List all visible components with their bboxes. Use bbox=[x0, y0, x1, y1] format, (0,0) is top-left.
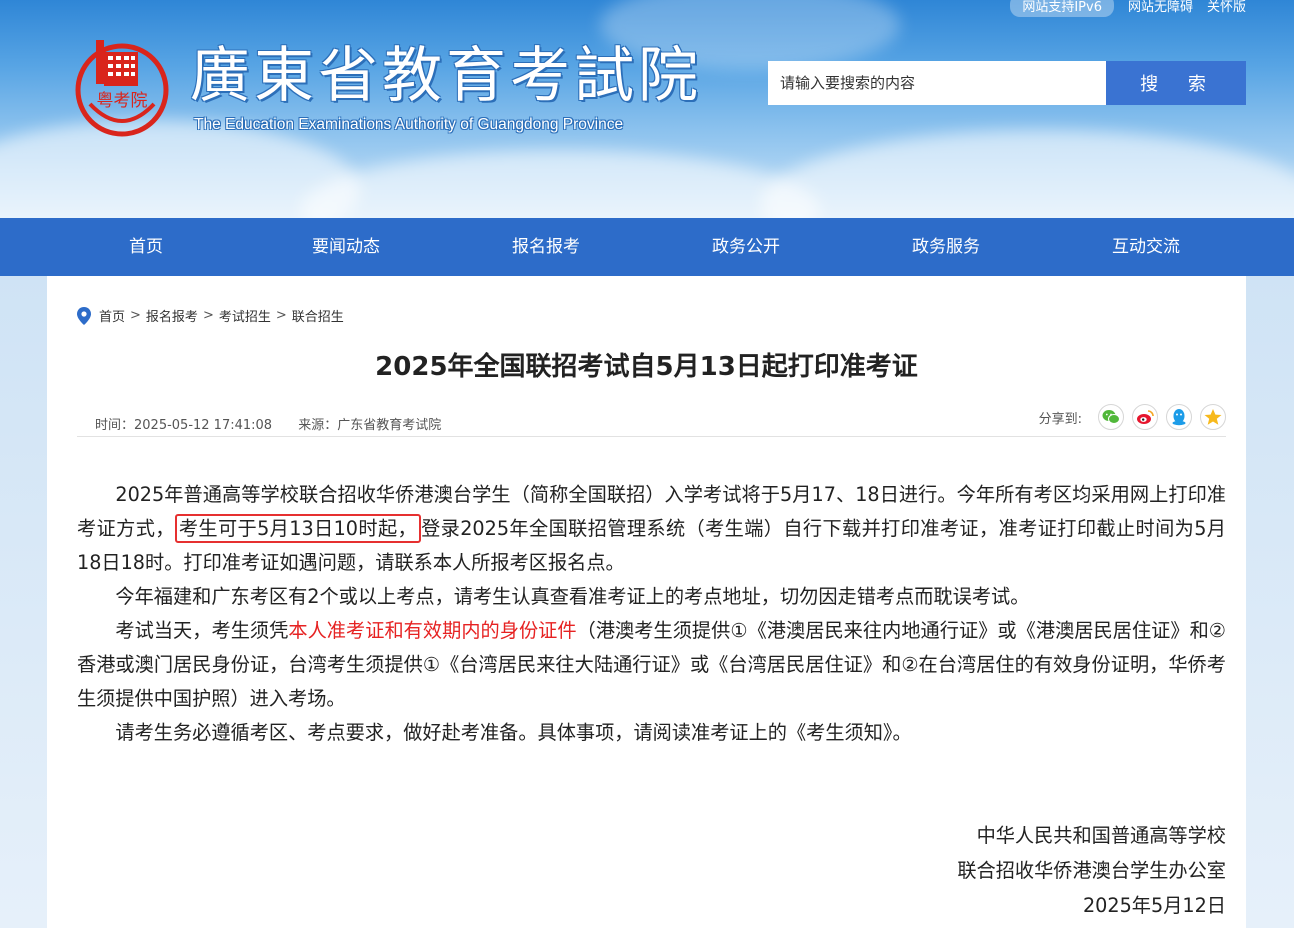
ipv6-link[interactable]: 网站支持IPv6 bbox=[1010, 0, 1114, 17]
share-label: 分享到: bbox=[1038, 411, 1082, 427]
breadcrumb-home[interactable]: 首页 bbox=[99, 306, 125, 325]
site-header: 网站支持IPv6 网站无障碍 关怀版 粤考院 廣東省教育考試院 The Educ… bbox=[0, 0, 1294, 218]
article-container: 首页 > 报名报考 > 考试招生 > 联合招生 2025年全国联招考试自5月13… bbox=[47, 276, 1246, 928]
paragraph-2: 今年福建和广东考区有2个或以上考点，请考生认真查看准考证上的考点地址，切勿因走错… bbox=[115, 585, 1030, 608]
article-signoff: 中华人民共和国普通高等学校 联合招收华侨港澳台学生办公室 2025年5月12日 bbox=[957, 818, 1226, 923]
nav-item-services[interactable]: 政务服务 bbox=[846, 218, 1046, 276]
search-button[interactable]: 搜 索 bbox=[1106, 61, 1246, 105]
article-title: 2025年全国联招考试自5月13日起打印准考证 bbox=[375, 352, 918, 382]
breadcrumb: 首页 > 报名报考 > 考试招生 > 联合招生 bbox=[77, 306, 344, 325]
side-background-left bbox=[0, 276, 47, 928]
logo-icon[interactable]: 粤考院 bbox=[68, 34, 176, 142]
main-nav: 首页 要闻动态 报名报考 政务公开 政务服务 互动交流 bbox=[0, 218, 1294, 276]
highlighted-print-time: 考生可于5月13日10时起， bbox=[174, 514, 422, 543]
breadcrumb-registration[interactable]: 报名报考 bbox=[146, 306, 198, 325]
nav-item-interaction[interactable]: 互动交流 bbox=[1046, 218, 1246, 276]
accessibility-link[interactable]: 网站无障碍 bbox=[1128, 0, 1193, 15]
search-input[interactable] bbox=[768, 61, 1106, 105]
wechat-icon[interactable] bbox=[1098, 404, 1124, 430]
weibo-icon[interactable] bbox=[1132, 404, 1158, 430]
qzone-icon[interactable] bbox=[1200, 404, 1226, 430]
qq-icon[interactable] bbox=[1166, 404, 1192, 430]
breadcrumb-exam-admission[interactable]: 考试招生 bbox=[219, 306, 271, 325]
paragraph-1: 2025年普通高等学校联合招收华侨港澳台学生（简称全国联招）入学考试将于5月17… bbox=[77, 483, 1226, 574]
side-background-right bbox=[1246, 276, 1294, 928]
site-subtitle: The Education Examinations Authority of … bbox=[194, 116, 624, 133]
signoff-line-2: 联合招收华侨港澳台学生办公室 bbox=[957, 859, 1226, 882]
site-title: 廣東省教育考試院 bbox=[190, 41, 702, 111]
nav-item-news[interactable]: 要闻动态 bbox=[246, 218, 446, 276]
article-meta: 时间：2025-05-12 17:41:08 来源：广东省教育考试院 bbox=[95, 414, 441, 433]
paragraph-4: 请考生务必遵循考区、考点要求，做好赴考准备。具体事项，请阅读准考证上的《考生须知… bbox=[115, 721, 912, 744]
nav-item-registration[interactable]: 报名报考 bbox=[446, 218, 646, 276]
article-body: 2025年普通高等学校联合招收华侨港澳台学生（简称全国联招）入学考试将于5月17… bbox=[77, 478, 1226, 750]
meta-divider bbox=[77, 436, 1226, 437]
signoff-date: 2025年5月12日 bbox=[1082, 894, 1226, 917]
breadcrumb-separator: > bbox=[275, 308, 287, 323]
publish-time: 时间：2025-05-12 17:41:08 bbox=[95, 418, 273, 433]
signoff-line-1: 中华人民共和国普通高等学校 bbox=[976, 824, 1226, 847]
logo-text: 粤考院 bbox=[97, 91, 148, 111]
nav-item-public-affairs[interactable]: 政务公开 bbox=[646, 218, 846, 276]
highlighted-id-requirement: 本人准考证和有效期内的身份证件 bbox=[288, 619, 577, 642]
paragraph-3: 考试当天，考生须凭本人准考证和有效期内的身份证件（港澳考生须提供①《港澳居民来往… bbox=[77, 619, 1227, 710]
breadcrumb-joint-admission[interactable]: 联合招生 bbox=[292, 306, 344, 325]
breadcrumb-separator: > bbox=[130, 308, 141, 323]
top-links: 网站支持IPv6 网站无障碍 关怀版 bbox=[1010, 0, 1246, 17]
nav-item-home[interactable]: 首页 bbox=[46, 218, 246, 276]
share-bar: 分享到: bbox=[1039, 404, 1226, 430]
location-pin-icon bbox=[77, 306, 91, 325]
care-mode-link[interactable]: 关怀版 bbox=[1207, 0, 1246, 15]
breadcrumb-separator: > bbox=[202, 308, 214, 323]
article-source: 来源：广东省教育考试院 bbox=[298, 418, 442, 433]
